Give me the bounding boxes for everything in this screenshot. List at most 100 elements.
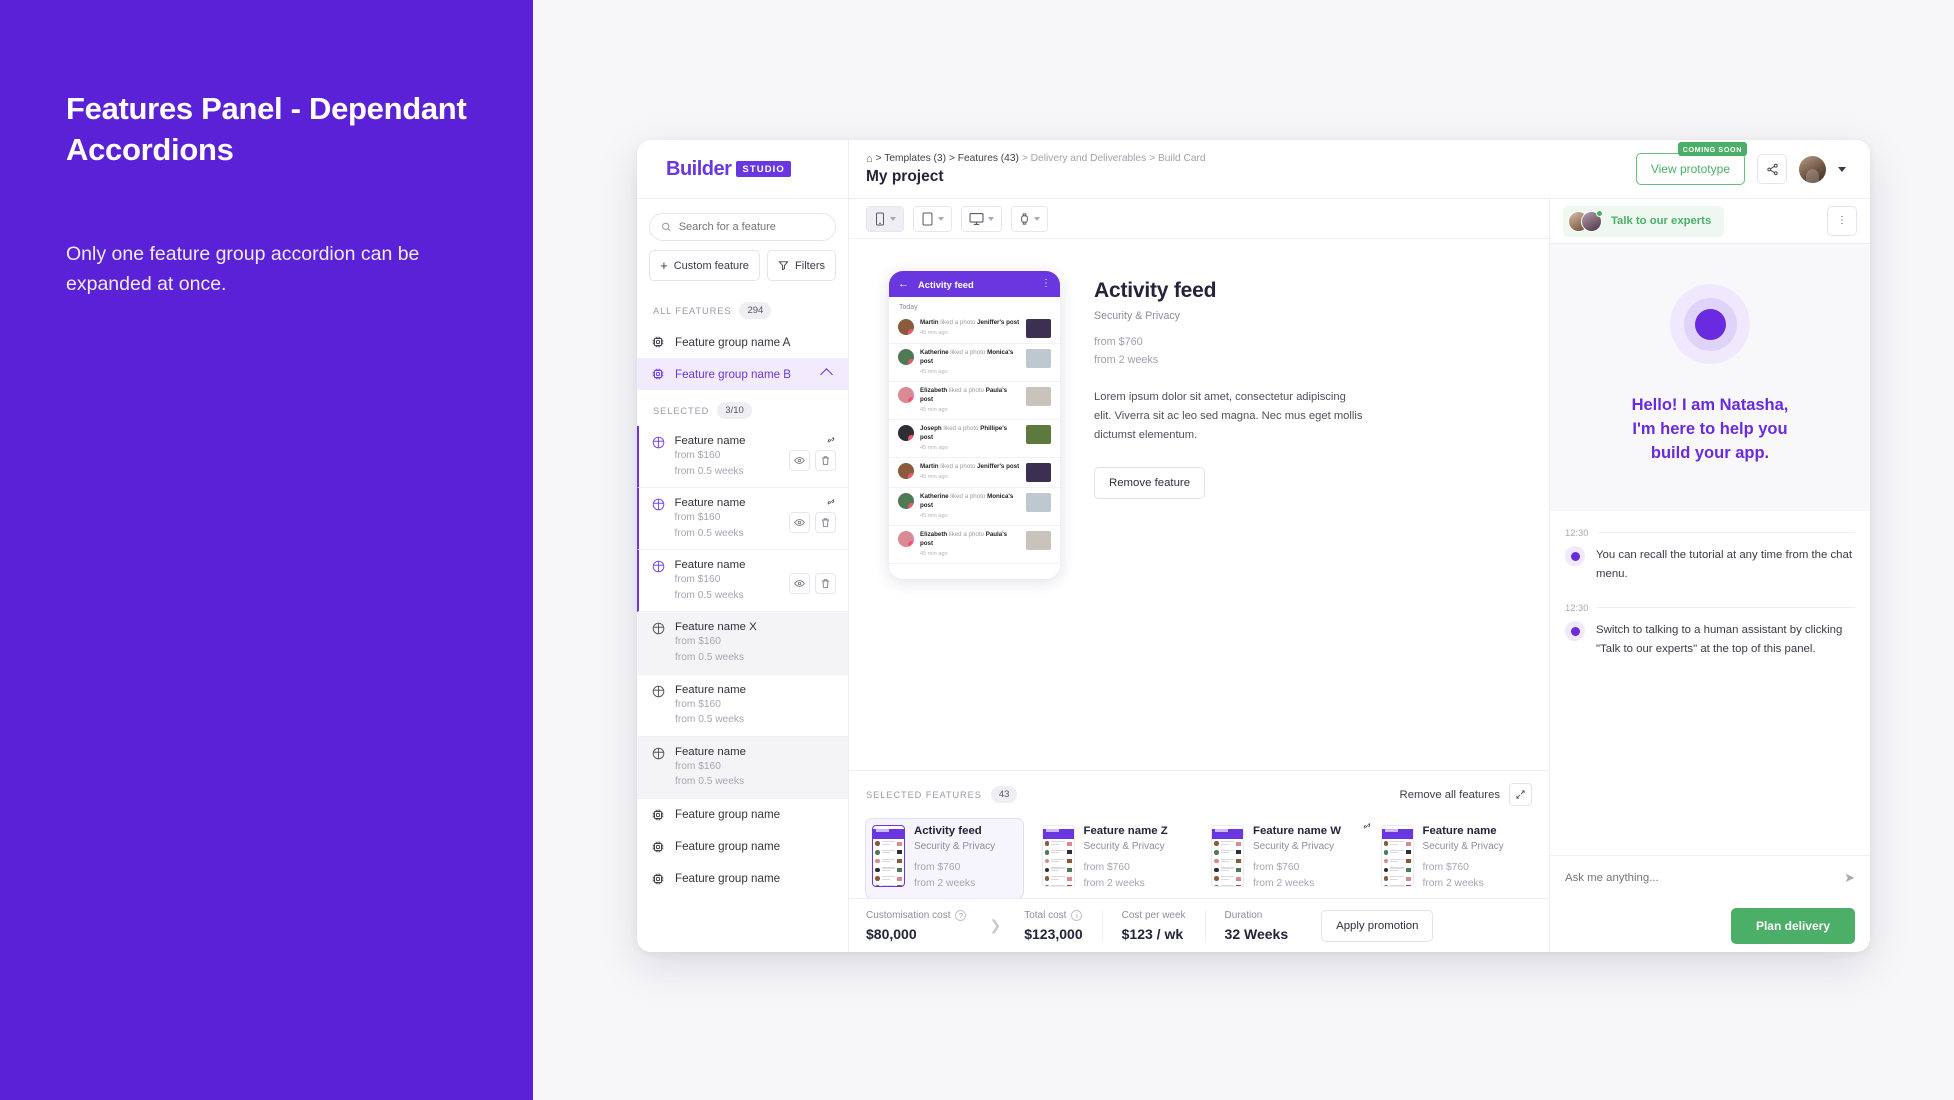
apply-promotion-button[interactable]: Apply promotion xyxy=(1321,909,1434,942)
feed-target: Jeniffer's post xyxy=(977,319,1020,326)
more-vertical-icon[interactable]: ⋮ xyxy=(1041,279,1051,289)
desktop-icon xyxy=(969,212,984,225)
preview-button[interactable] xyxy=(789,573,810,595)
device-selector-watch[interactable] xyxy=(1011,205,1048,232)
device-tablet-button[interactable] xyxy=(914,206,951,231)
plan-delivery-button[interactable]: Plan delivery xyxy=(1730,907,1855,944)
feature-group-row[interactable]: Feature group name xyxy=(637,863,848,895)
feed-row[interactable]: Joseph liked a photo Phillipe's post 45 m… xyxy=(889,420,1060,459)
natasha-avatar-ring xyxy=(1683,297,1737,351)
feed-row[interactable]: Elizabeth liked a photo Paula's post 45 m… xyxy=(889,526,1060,565)
list-item[interactable]: Feature name from $160 from 0.5 weeks xyxy=(637,736,848,799)
device-selector-tablet[interactable] xyxy=(913,205,952,232)
search-icon xyxy=(662,222,671,232)
filters-button[interactable]: Filters xyxy=(767,250,836,281)
feature-group-b-row[interactable]: Feature group name B xyxy=(637,358,848,390)
link-icon[interactable] xyxy=(825,435,836,446)
message-timestamp-row: 12:30 xyxy=(1565,602,1855,613)
list-item[interactable]: Feature name from $160 from 0.5 weeks xyxy=(637,488,848,551)
talk-to-experts-button[interactable]: Talk to our experts xyxy=(1563,205,1725,237)
breadcrumb[interactable]: ⌂ > Templates (3) > Features (43) > Deli… xyxy=(866,153,1636,165)
feed-user: Martin xyxy=(920,463,939,471)
feature-list[interactable]: Feature group name A Feature group name … xyxy=(637,326,848,952)
view-prototype-button[interactable]: View prototype xyxy=(1635,153,1745,185)
chevron-down-icon[interactable] xyxy=(938,216,944,221)
sidebar-top-controls: + Custom feature Filters xyxy=(637,199,848,290)
feed-row-text: Martin liked a photo Jeniffer's post 45 m… xyxy=(920,463,1020,481)
feature-card[interactable]: Feature name W Security & Privacy from $76… xyxy=(1205,819,1370,898)
avatar xyxy=(898,349,914,365)
total-cost-value: $123,000 xyxy=(1024,925,1083,942)
feed-row[interactable]: Martin liked a photo Jeniffer's post 45 m… xyxy=(889,314,1060,344)
help-icon[interactable]: ? xyxy=(955,909,967,921)
breadcrumb-features[interactable]: > Features (43) xyxy=(949,153,1019,164)
feature-group-a-row[interactable]: Feature group name A xyxy=(637,326,848,358)
search-box[interactable] xyxy=(649,213,836,241)
delete-button[interactable] xyxy=(815,573,836,595)
breadcrumb-templates[interactable]: > Templates (3) xyxy=(876,153,946,164)
chat-menu-button[interactable]: ⋮ xyxy=(1827,206,1857,236)
custom-feature-button[interactable]: + Custom feature xyxy=(649,250,761,281)
preview-button[interactable] xyxy=(789,450,810,471)
feed-row[interactable]: Elizabeth liked a photo Paula's post 45 m… xyxy=(889,382,1060,421)
preview-button[interactable] xyxy=(789,512,810,534)
feed-row-text: Martin liked a photo Jeniffer's post 45 m… xyxy=(920,319,1020,336)
feed-thumbnail xyxy=(1026,387,1051,407)
list-item-actions xyxy=(789,559,836,602)
remove-all-features-link[interactable]: Remove all features xyxy=(1400,789,1500,801)
builder-studio-logo[interactable]: Builder STUDIO xyxy=(666,158,791,181)
device-selector-desktop[interactable] xyxy=(961,205,1002,232)
avatar xyxy=(898,531,914,548)
share-button[interactable] xyxy=(1757,154,1787,184)
feature-card[interactable]: Feature name Security & Privacy from $760 f… xyxy=(1375,819,1532,898)
chevron-down-icon[interactable] xyxy=(890,216,896,221)
feature-card[interactable]: Activity feed Security & Privacy from $760… xyxy=(865,818,1024,899)
feed-target: Jeniffer's post xyxy=(977,463,1020,471)
feed-time: 45 min ago xyxy=(920,474,948,481)
info-icon[interactable]: i xyxy=(1071,909,1083,921)
chevron-down-icon[interactable] xyxy=(988,216,994,221)
detail-description: Lorem ipsum dolor sit amet, consectetur … xyxy=(1094,391,1363,442)
feature-group-label: Feature group name xyxy=(675,808,781,822)
feature-card[interactable]: Feature name Z Security & Privacy from $76… xyxy=(1036,819,1193,898)
eye-icon xyxy=(794,457,805,464)
feed-row[interactable]: Martin liked a photo Jeniffer's post 45 m… xyxy=(889,458,1060,489)
back-arrow-icon[interactable]: ← xyxy=(898,278,909,290)
link-icon[interactable] xyxy=(825,497,836,508)
feature-group-row[interactable]: Feature group name xyxy=(637,831,848,863)
expand-button[interactable] xyxy=(1509,783,1532,807)
feed-row[interactable]: Katherine liked a photo Monica's post 45 … xyxy=(889,344,1060,383)
list-item[interactable]: Feature name from $160 from 0.5 weeks xyxy=(637,675,848,737)
page-title: My project xyxy=(866,167,944,185)
search-input[interactable] xyxy=(678,221,824,233)
home-icon[interactable]: ⌂ xyxy=(866,153,873,165)
filters-label: Filters xyxy=(795,259,825,272)
chevron-down-icon[interactable] xyxy=(1838,166,1846,172)
breadcrumb-delivery[interactable]: > Delivery and Deliverables xyxy=(1022,153,1146,164)
custom-feature-label: Custom feature xyxy=(673,259,749,272)
device-watch-button[interactable] xyxy=(1012,206,1047,231)
breadcrumb-build-card[interactable]: > Build Card xyxy=(1149,153,1205,164)
list-item[interactable]: Feature name X from $160 from 0.5 weeks xyxy=(637,612,848,675)
chat-input[interactable] xyxy=(1565,871,1837,884)
list-item[interactable]: Feature name from $160 from 0.5 weeks xyxy=(637,550,848,613)
device-desktop-button[interactable] xyxy=(962,206,1001,231)
link-icon[interactable] xyxy=(1361,821,1372,832)
device-mobile-button[interactable] xyxy=(867,206,903,231)
trash-icon xyxy=(821,518,830,527)
detail-title: Activity feed xyxy=(1094,279,1217,302)
feature-detail: Activity feed Security & Privacy from $7… xyxy=(1094,261,1519,760)
chevron-up-icon[interactable] xyxy=(820,367,833,381)
delete-button[interactable] xyxy=(815,450,836,471)
delete-button[interactable] xyxy=(815,512,836,534)
remove-feature-button[interactable]: Remove feature xyxy=(1094,467,1206,500)
device-selector-mobile[interactable] xyxy=(866,205,904,232)
send-icon[interactable]: ➤ xyxy=(1844,870,1855,886)
chat-input-row[interactable]: ➤ xyxy=(1550,855,1870,899)
watch-icon xyxy=(1021,212,1028,225)
user-avatar[interactable] xyxy=(1799,155,1826,183)
chevron-down-icon[interactable] xyxy=(1034,216,1040,221)
feature-group-row[interactable]: Feature group name xyxy=(637,799,848,831)
list-item[interactable]: Feature name from $160 from 0.5 weeks xyxy=(637,426,848,489)
feed-row[interactable]: Katherine liked a photo Monica's post 45 … xyxy=(889,488,1060,527)
